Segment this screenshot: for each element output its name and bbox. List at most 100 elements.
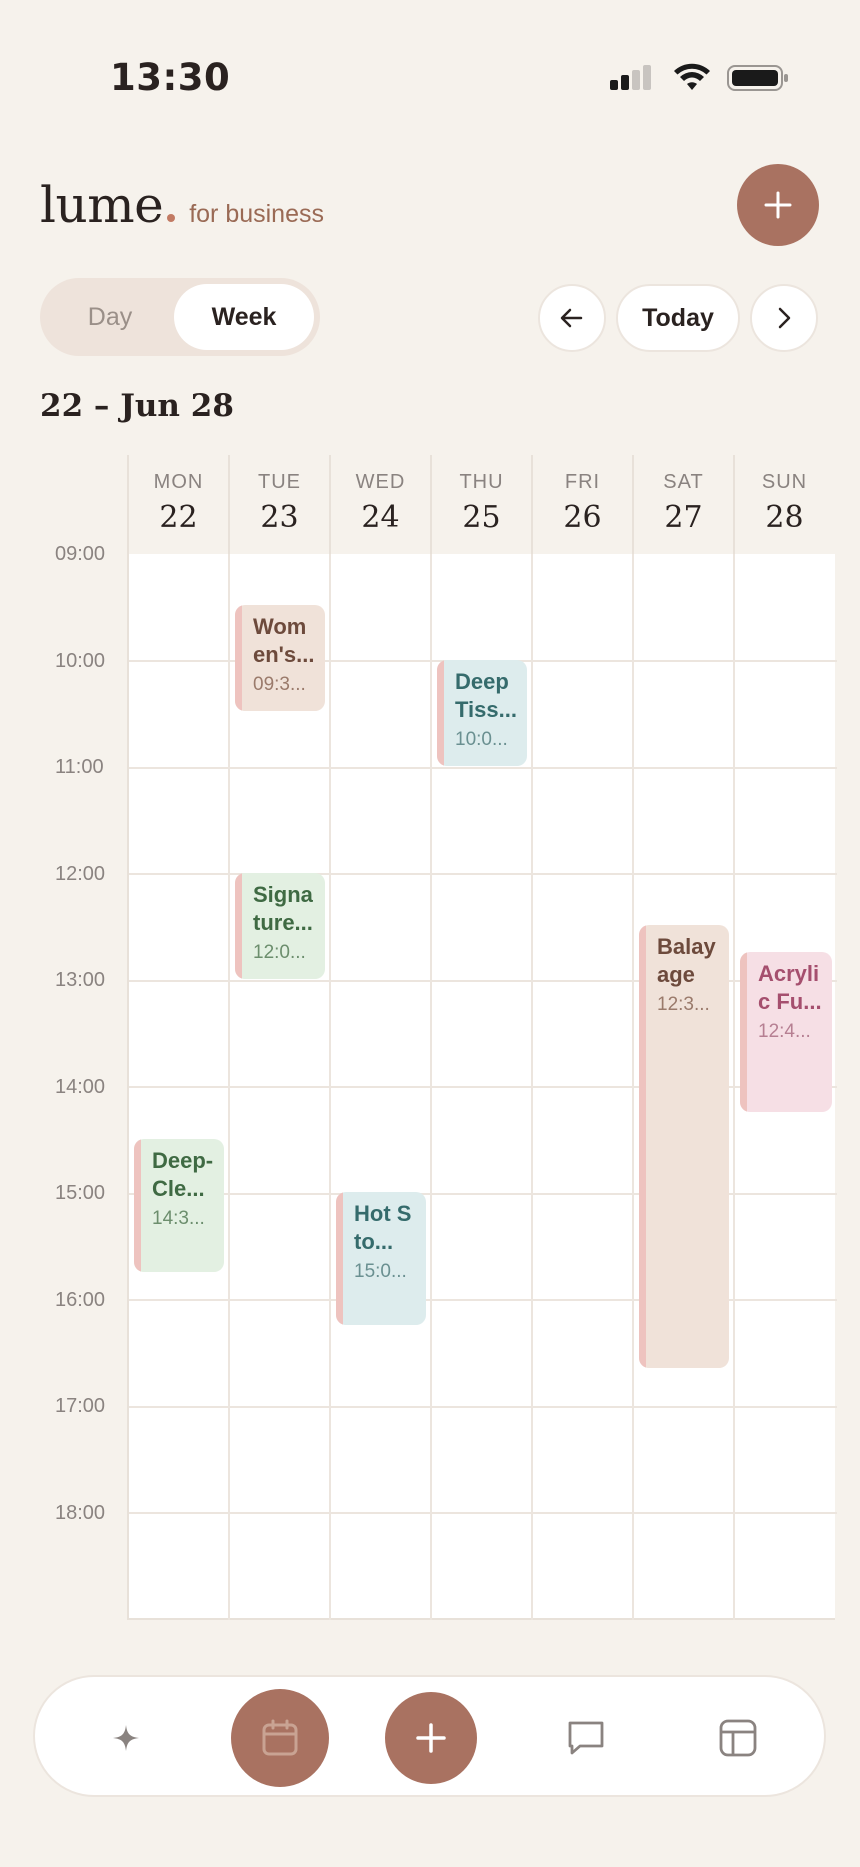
day-number: 27	[664, 500, 703, 535]
sparkle-icon	[113, 1725, 139, 1751]
today-button[interactable]: Today	[616, 284, 740, 352]
bottom-nav-messages[interactable]	[537, 1689, 635, 1787]
event-time: 12:0...	[253, 942, 306, 963]
wifi-icon	[674, 63, 710, 90]
day-column-divider	[430, 554, 432, 1620]
event-title: Deep- Cle...	[152, 1148, 214, 1201]
chat-icon	[568, 1721, 604, 1755]
day-header-sun[interactable]: SUN 28	[733, 455, 834, 554]
time-label: 17:00	[55, 1395, 106, 1417]
chevron-right-icon	[778, 307, 791, 329]
event-title: Wom en's...	[253, 614, 315, 667]
calendar-screen: 13:30 lume for business Day Week Today 2…	[0, 0, 860, 1867]
day-number: 22	[159, 500, 198, 535]
week-view-button[interactable]: Week	[174, 284, 314, 350]
day-column-divider	[733, 554, 735, 1620]
brand-logo: lume for business	[40, 176, 324, 234]
day-number: 23	[260, 500, 299, 535]
day-header-fri[interactable]: FRI 26	[531, 455, 632, 554]
day-column-divider	[228, 554, 230, 1620]
event-time: 15:0...	[354, 1261, 407, 1282]
time-label: 13:00	[55, 969, 106, 991]
time-label: 14:00	[55, 1076, 106, 1098]
event-title: Deep Tiss...	[455, 669, 517, 722]
event-time: 10:0...	[455, 729, 508, 750]
day-of-week: THU	[459, 471, 504, 493]
brand-name: lume	[40, 176, 164, 234]
day-number: 25	[462, 500, 501, 535]
day-column-divider	[329, 554, 331, 1620]
appointment-event[interactable]: Hot Sto... 15:0...	[336, 1192, 426, 1325]
time-label: 16:00	[55, 1289, 106, 1311]
event-title: Hot Sto...	[354, 1201, 412, 1254]
day-column-divider	[632, 554, 634, 1620]
event-time: 09:3...	[253, 674, 306, 695]
hour-line	[129, 1086, 837, 1088]
day-of-week: SAT	[663, 471, 704, 493]
calendar-icon	[262, 1719, 298, 1756]
previous-week-button[interactable]	[538, 284, 606, 352]
status-icons	[608, 60, 790, 96]
hour-line	[129, 1193, 837, 1195]
hour-line	[129, 1299, 837, 1301]
event-time: 12:4...	[758, 1021, 811, 1042]
status-time: 13:30	[110, 56, 231, 99]
arrow-left-icon	[560, 308, 583, 328]
brand-tagline: for business	[189, 200, 324, 228]
day-header-thu[interactable]: THU 25	[430, 455, 531, 554]
brand-dot	[167, 214, 176, 222]
week-calendar: MON 22 TUE 23 WED 24 THU 25 FRI 26 SAT 27 SUN 2…	[0, 455, 860, 1620]
layout-icon	[719, 1719, 757, 1757]
bottom-nav-sparkle[interactable]	[77, 1689, 175, 1787]
appointment-event[interactable]: Wom en's... 09:3...	[235, 605, 325, 711]
appointment-event[interactable]: Signa ture... 12:0...	[235, 873, 325, 979]
day-column-divider	[531, 554, 533, 1620]
hour-line	[129, 980, 837, 982]
day-number: 28	[765, 500, 804, 535]
event-title: Balay age	[657, 934, 716, 987]
hour-line	[129, 1512, 837, 1514]
bottom-nav-add[interactable]	[385, 1692, 477, 1784]
week-range-title: 22 – Jun 28	[40, 388, 234, 424]
event-title: Signa ture...	[253, 882, 313, 935]
event-time: 14:3...	[152, 1208, 205, 1229]
event-title: Acryli c Fu...	[758, 961, 822, 1014]
event-time: 12:3...	[657, 994, 710, 1015]
day-of-week: FRI	[564, 471, 601, 493]
day-of-week: MON	[153, 471, 204, 493]
day-of-week: TUE	[258, 471, 301, 493]
day-of-week: WED	[355, 471, 406, 493]
appointment-event[interactable]: Balay age 12:3...	[639, 925, 729, 1368]
time-label: 15:00	[55, 1182, 106, 1204]
day-header-tue[interactable]: TUE 23	[228, 455, 329, 554]
add-appointment-button[interactable]	[737, 164, 819, 246]
day-view-button[interactable]: Day	[46, 284, 174, 350]
appointment-event[interactable]: Deep Tiss... 10:0...	[437, 660, 527, 766]
time-grid[interactable]: Wom en's... 09:3... Deep Tiss... 10:0...…	[127, 554, 837, 1620]
time-label: 18:00	[55, 1502, 106, 1524]
bottom-nav-calendar[interactable]	[231, 1689, 329, 1787]
plus-icon	[416, 1723, 446, 1753]
day-number: 26	[563, 500, 602, 535]
appointment-event[interactable]: Acryli c Fu... 12:4...	[740, 952, 832, 1112]
time-label: 09:00	[55, 543, 106, 565]
day-number: 24	[361, 500, 400, 535]
day-header-wed[interactable]: WED 24	[329, 455, 430, 554]
battery-icon	[727, 65, 788, 91]
day-header-sat[interactable]: SAT 27	[632, 455, 733, 554]
time-label: 11:00	[55, 756, 104, 778]
hour-line	[129, 1406, 837, 1408]
status-bar: 13:30	[0, 0, 860, 120]
cellular-signal-icon	[610, 65, 651, 90]
appointment-event[interactable]: Deep- Cle... 14:3...	[134, 1139, 224, 1272]
bottom-nav-bar	[33, 1675, 826, 1797]
time-label: 12:00	[55, 863, 106, 885]
time-label: 10:00	[55, 650, 106, 672]
plus-icon	[764, 191, 792, 219]
next-week-button[interactable]	[750, 284, 818, 352]
day-header-mon[interactable]: MON 22	[127, 455, 228, 554]
hour-line	[129, 767, 837, 769]
day-of-week: SUN	[761, 471, 808, 493]
view-toggle: Day Week	[40, 278, 320, 356]
bottom-nav-dashboard[interactable]	[689, 1689, 787, 1787]
